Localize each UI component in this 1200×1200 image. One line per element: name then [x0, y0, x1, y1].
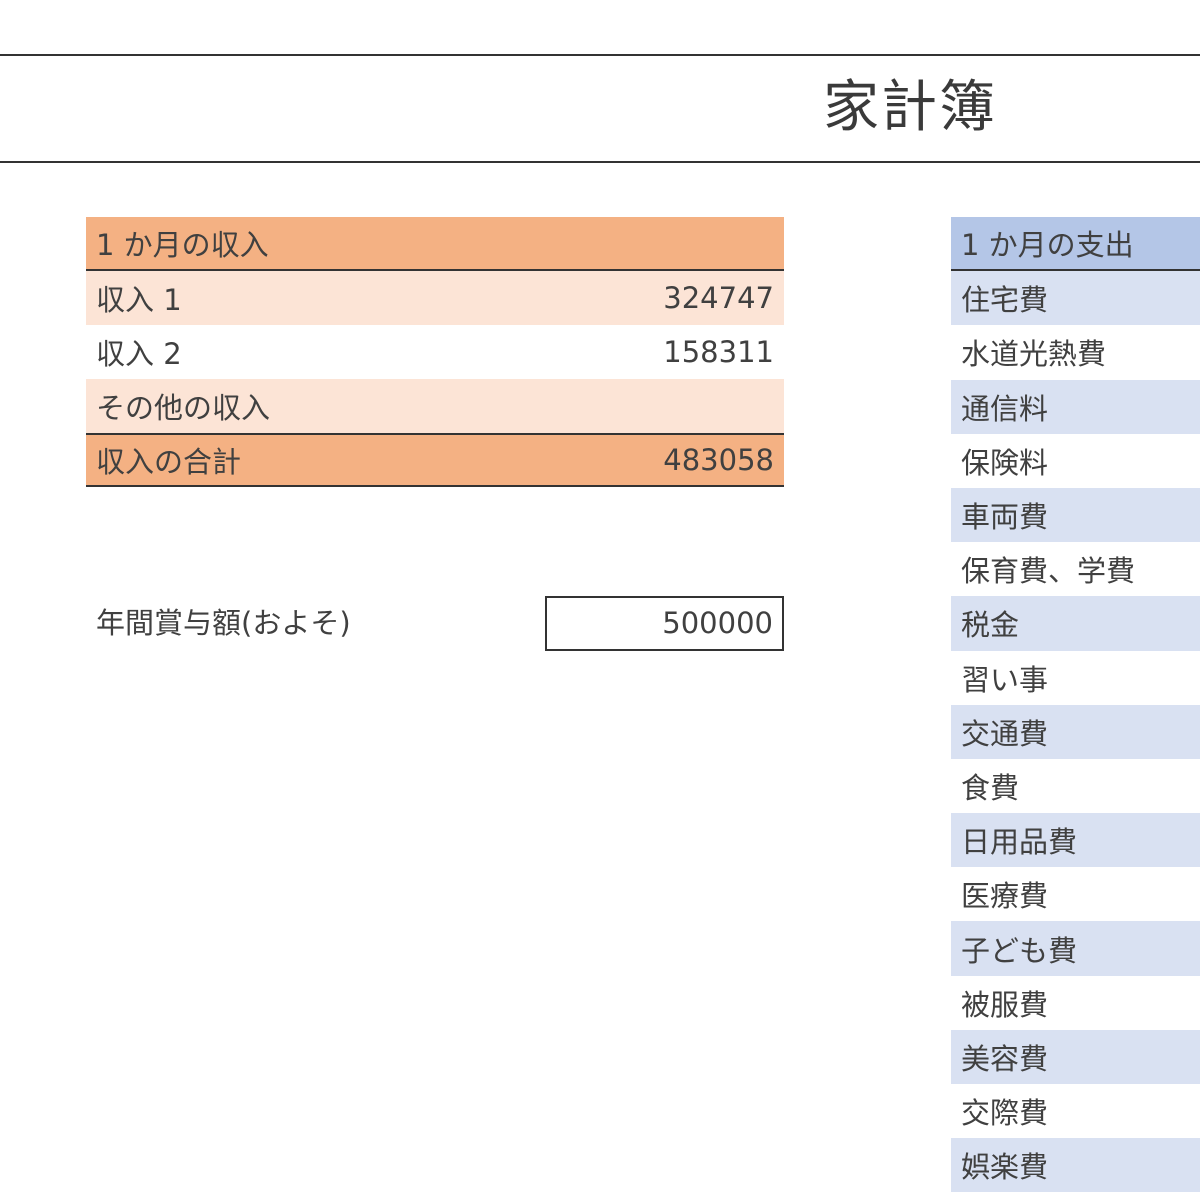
income-row-1[interactable]: 収入 1 324747 [86, 271, 784, 325]
expense-row[interactable]: 食費 [951, 758, 1200, 814]
expense-row-label: 交通費 [961, 716, 1049, 751]
title-rule-bottom [0, 161, 1200, 163]
expense-row-label: 子ども費 [961, 933, 1078, 968]
expense-row[interactable]: 税金 [951, 596, 1200, 651]
expense-row[interactable]: 医療費 [951, 867, 1200, 922]
bonus-label: 年間賞与額(およそ) [96, 606, 351, 640]
expense-row-label: 税金 [961, 608, 1020, 643]
income-total-row[interactable]: 収入の合計 483058 [86, 433, 784, 487]
expense-row[interactable]: 交際費 [951, 1084, 1200, 1139]
expense-row-label: 被服費 [961, 987, 1049, 1022]
bonus-value-cell[interactable]: 500000 [545, 596, 784, 651]
income-total-value[interactable]: 483058 [663, 443, 774, 477]
expense-row-label: 車両費 [961, 500, 1049, 535]
income-row-other[interactable]: その他の収入 [86, 379, 784, 433]
income-table: 1 か月の収入 収入 1 324747 収入 2 158311 その他の収入 収… [86, 217, 784, 487]
expense-row-label: 交際費 [961, 1096, 1049, 1131]
expense-row[interactable]: 通信料 [951, 379, 1200, 434]
expense-row[interactable]: 保険料 [951, 433, 1200, 488]
expense-row-label: 通信料 [961, 391, 1049, 426]
income-row-label: その他の収入 [96, 391, 271, 425]
expense-row[interactable]: 水道光熱費 [951, 325, 1200, 380]
income-row-label: 収入 1 [96, 283, 182, 317]
expense-row[interactable]: 被服費 [951, 975, 1200, 1030]
income-total-label: 収入の合計 [96, 445, 242, 479]
expense-row-label: 習い事 [961, 662, 1049, 697]
income-row-value[interactable]: 158311 [663, 335, 774, 369]
title-rule-top [0, 54, 1200, 56]
expense-row-label: 保育費、学費 [961, 554, 1136, 589]
expense-row-label: 日用品費 [961, 825, 1078, 860]
expense-row-label: 美容費 [961, 1041, 1049, 1076]
income-row-value[interactable]: 324747 [663, 281, 774, 315]
expense-row-label: 住宅費 [961, 283, 1049, 318]
expense-header-row[interactable]: 1 か月の支出 [951, 217, 1200, 272]
expense-row[interactable]: 保育費、学費 [951, 542, 1200, 597]
expense-row[interactable]: 習い事 [951, 650, 1200, 705]
expense-row-label: 食費 [961, 770, 1020, 805]
page-title: 家計簿 [823, 75, 997, 140]
income-header-label: 1 か月の収入 [96, 228, 269, 262]
expense-row[interactable]: 交通費 [951, 704, 1200, 759]
expense-row[interactable]: 美容費 [951, 1029, 1200, 1084]
expense-row[interactable]: 車両費 [951, 487, 1200, 543]
expense-row-label: 娯楽費 [961, 1150, 1049, 1185]
income-row-label: 収入 2 [96, 337, 182, 371]
income-header-row[interactable]: 1 か月の収入 [86, 217, 784, 271]
expense-row[interactable]: 日用品費 [951, 813, 1200, 868]
expense-header-label: 1 か月の支出 [961, 228, 1134, 263]
expense-table: 1 か月の支出 住宅費 水道光熱費 通信料 保険料 車両費 保育費、学費 税金 … [951, 217, 1200, 1193]
expense-row-label: 水道光熱費 [961, 337, 1107, 372]
expense-row[interactable]: 娯楽費 [951, 1138, 1200, 1193]
expense-row-label: 医療費 [961, 879, 1049, 914]
expense-row[interactable]: 子ども費 [951, 921, 1200, 976]
income-row-2[interactable]: 収入 2 158311 [86, 325, 784, 379]
expense-row[interactable]: 住宅費 [951, 271, 1200, 326]
expense-row-label: 保険料 [961, 445, 1049, 480]
